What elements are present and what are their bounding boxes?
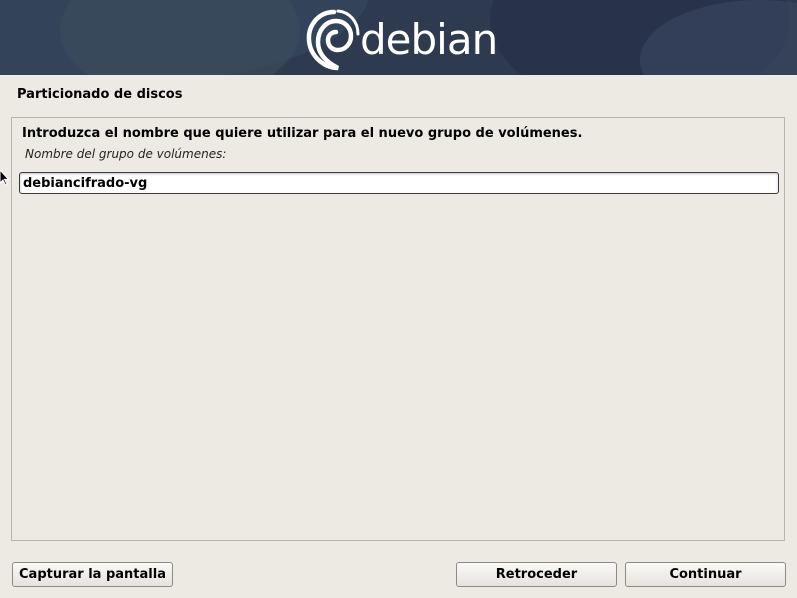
debian-swirl-icon (306, 9, 360, 71)
content-panel: Introduzca el nombre que quiere utilizar… (11, 117, 785, 541)
header-banner: debian (0, 0, 797, 75)
screenshot-button[interactable]: Capturar la pantalla (12, 562, 173, 587)
page-title: Particionado de discos (17, 87, 183, 102)
continue-button[interactable]: Continuar (625, 562, 786, 587)
back-button[interactable]: Retroceder (456, 562, 617, 587)
volume-group-name-input[interactable] (19, 172, 779, 194)
debian-logo-text: debian (360, 15, 498, 64)
question-text: Introduzca el nombre que quiere utilizar… (22, 126, 583, 141)
debian-logo: debian (304, 6, 498, 72)
mouse-pointer-icon (0, 170, 10, 186)
volume-group-name-label: Nombre del grupo de volúmenes: (25, 147, 227, 161)
